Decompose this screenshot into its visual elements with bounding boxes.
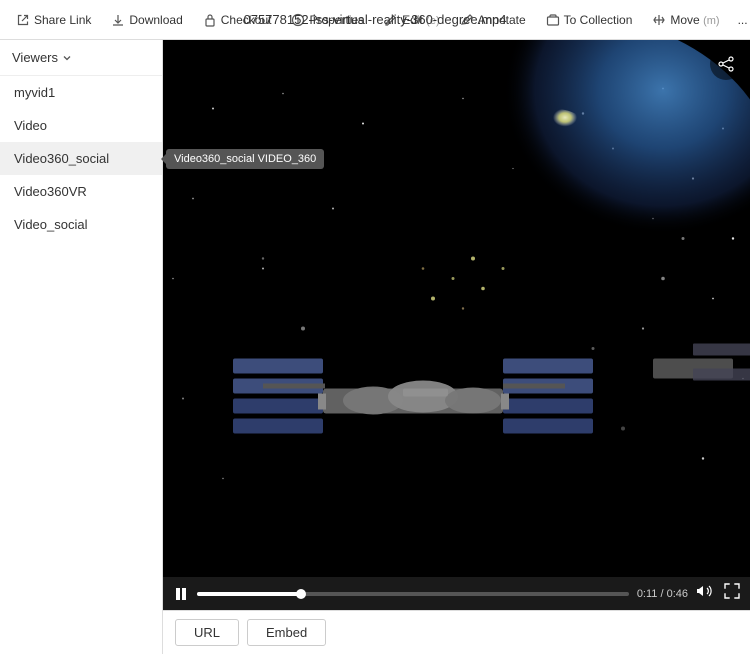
collection-icon: [546, 13, 560, 27]
bottom-bar: URL Embed: [163, 610, 750, 654]
share-link-icon: [16, 13, 30, 27]
pause-icon: [173, 586, 189, 602]
viewers-label: Viewers: [12, 50, 58, 65]
file-title: 075778152-iss-virtual-reality-360-degree…: [243, 12, 506, 27]
sidebar-item-video360vr[interactable]: Video360VR: [0, 175, 162, 208]
video-display[interactable]: [163, 40, 750, 577]
download-icon: [111, 13, 125, 27]
download-button[interactable]: Download: [103, 9, 190, 31]
video-share-button[interactable]: [710, 48, 742, 80]
viewer-tooltip: Video360_social VIDEO_360: [166, 149, 324, 169]
video-controls: 0:11 / 0:46: [163, 577, 750, 610]
fullscreen-button[interactable]: [724, 583, 740, 604]
fullscreen-icon: [724, 583, 740, 599]
move-button[interactable]: Move (m): [644, 9, 727, 31]
toolbar: Share Link Download Checkout Properties …: [0, 0, 750, 40]
viewers-header[interactable]: Viewers: [0, 40, 162, 76]
sidebar-item-video[interactable]: Video: [0, 109, 162, 142]
lock-icon: [203, 13, 217, 27]
move-icon: [652, 13, 666, 27]
main-area: Viewers myvid1 Video Video360_social Vid…: [0, 40, 750, 654]
time-display: 0:11 / 0:46: [637, 588, 688, 600]
progress-handle[interactable]: [296, 589, 306, 599]
url-tab-button[interactable]: URL: [175, 619, 239, 646]
video-area: 0:11 / 0:46 URL Embed: [163, 40, 750, 654]
volume-button[interactable]: [696, 583, 712, 604]
volume-icon: [696, 583, 712, 599]
more-button[interactable]: ...: [732, 9, 750, 31]
share-icon: [718, 56, 734, 72]
sidebar-item-myvid1[interactable]: myvid1: [0, 76, 162, 109]
to-collection-button[interactable]: To Collection: [538, 9, 641, 31]
play-pause-button[interactable]: [173, 586, 189, 602]
progress-fill: [197, 592, 301, 596]
progress-bar[interactable]: [197, 592, 629, 596]
sidebar-item-video-social[interactable]: Video_social: [0, 208, 162, 241]
chevron-down-icon: [62, 53, 72, 63]
move-label: Move (m): [670, 13, 719, 27]
sidebar-item-video360social[interactable]: Video360_social Video360_social VIDEO_36…: [0, 142, 162, 175]
embed-tab-button[interactable]: Embed: [247, 619, 326, 646]
sidebar: Viewers myvid1 Video Video360_social Vid…: [0, 40, 163, 654]
share-link-button[interactable]: Share Link: [8, 9, 99, 31]
